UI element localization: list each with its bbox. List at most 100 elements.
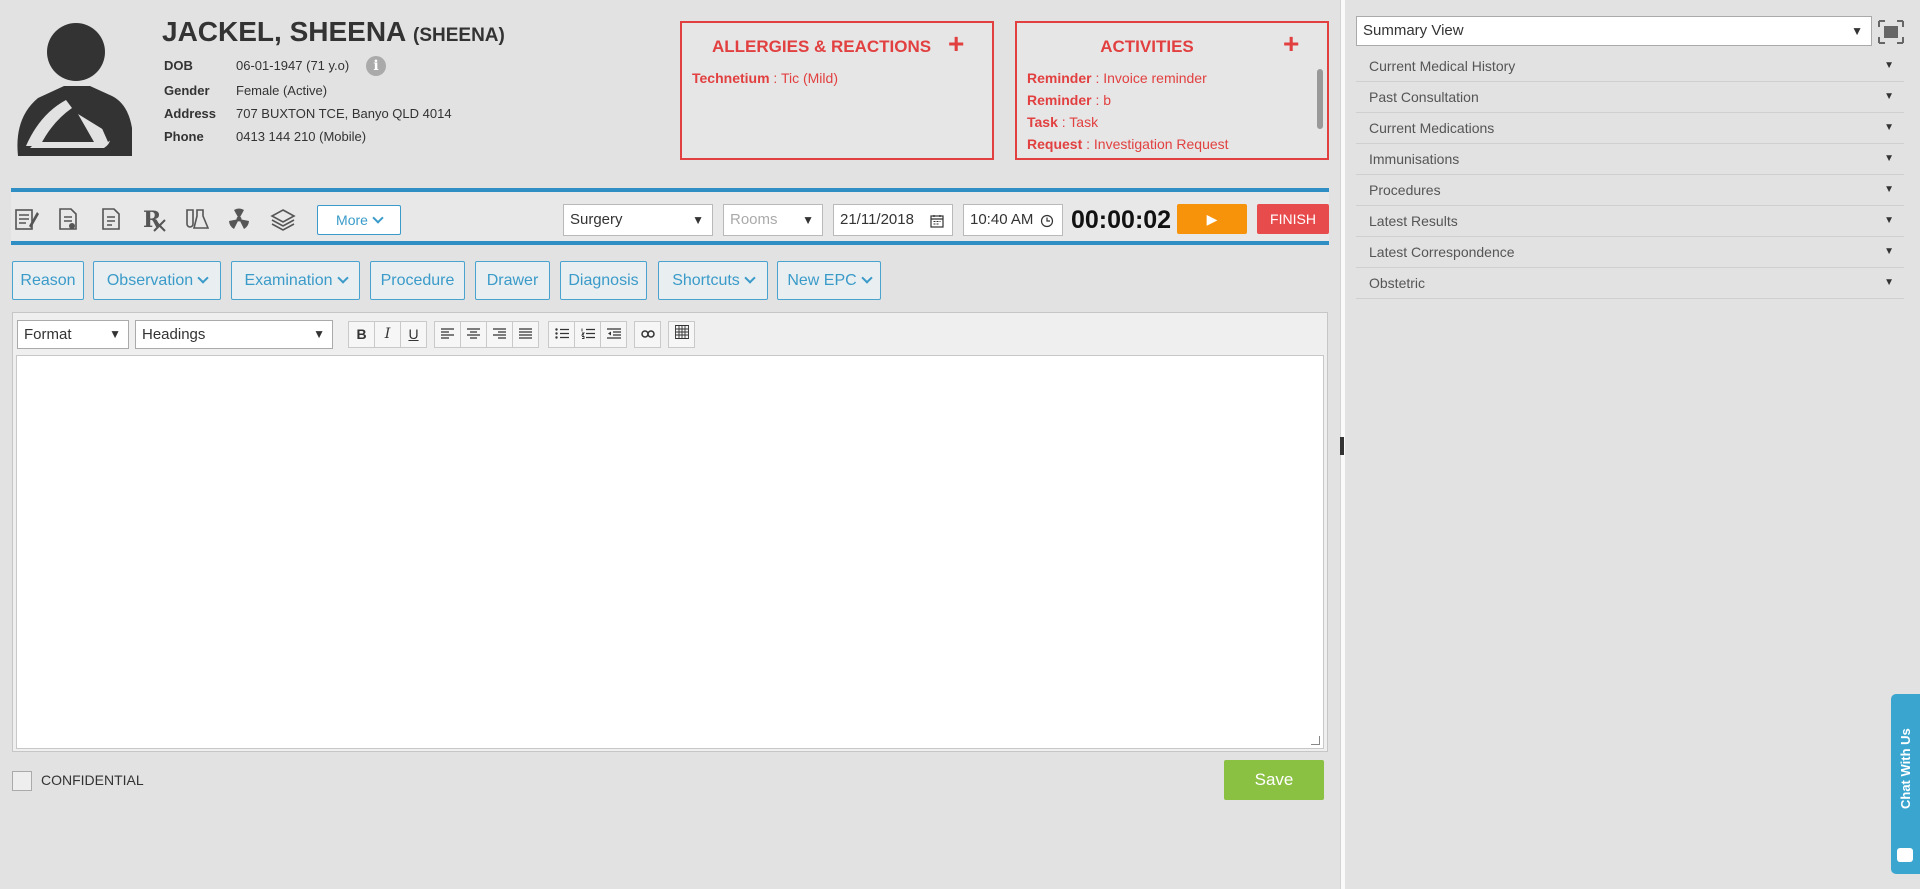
consultation-toolbar: R More Surgery ▼ Rooms ▼ 21/11/2018 10:40 … (11, 188, 1329, 245)
bold-button[interactable]: B (348, 321, 375, 348)
triangle-down-icon: ▼ (1884, 122, 1894, 133)
finish-button[interactable]: FINISH (1257, 204, 1329, 234)
diagnosis-button[interactable]: Diagnosis (560, 261, 647, 300)
summary-view-select[interactable]: Summary View ▼ (1356, 16, 1872, 46)
patient-gender-row: Gender Female (Active) (164, 83, 328, 98)
examination-button[interactable]: Examination (231, 261, 360, 300)
numbered-list-button[interactable] (574, 321, 601, 348)
resize-handle-icon[interactable] (1311, 736, 1320, 745)
chevron-down-icon: ▼ (1851, 24, 1863, 38)
sidebar-item-obstetric[interactable]: Obstetric ▼ (1356, 268, 1904, 299)
triangle-down-icon: ▼ (1884, 91, 1894, 102)
radiation-icon[interactable] (226, 206, 252, 232)
new-epc-button[interactable]: New EPC (777, 261, 881, 300)
play-icon: ▶ (1206, 211, 1218, 227)
chevron-down-icon: ▼ (802, 213, 814, 227)
justify-icon (519, 328, 532, 339)
layers-icon[interactable] (270, 206, 296, 232)
chevron-down-icon: ▼ (692, 213, 704, 227)
calendar-icon[interactable] (930, 214, 944, 228)
headings-select[interactable]: Headings ▼ (135, 320, 333, 349)
sidebar-item-immunisations[interactable]: Immunisations ▼ (1356, 144, 1904, 175)
format-select[interactable]: Format ▼ (17, 320, 129, 349)
outdent-button[interactable] (600, 321, 627, 348)
confidential-checkbox[interactable] (12, 771, 32, 791)
triangle-down-icon: ▼ (1884, 277, 1894, 288)
clock-icon[interactable] (1040, 214, 1054, 228)
activities-scrollbar[interactable] (1317, 69, 1323, 129)
chat-bubble-icon[interactable] (1897, 848, 1913, 862)
add-activity-plus-icon[interactable]: + (1283, 29, 1299, 59)
chevron-down-icon (372, 212, 384, 224)
notes-icon[interactable] (13, 206, 39, 232)
save-button[interactable]: Save (1224, 760, 1324, 800)
underline-button[interactable]: U (400, 321, 427, 348)
sidebar-item-latest-results[interactable]: Latest Results ▼ (1356, 206, 1904, 237)
observation-button[interactable]: Observation (93, 261, 221, 300)
lab-icon[interactable] (183, 206, 209, 232)
chevron-down-icon: ▼ (109, 327, 121, 341)
sidebar-item-procedures[interactable]: Procedures ▼ (1356, 175, 1904, 206)
bullet-list-icon (554, 328, 569, 339)
activity-item[interactable]: Reminder : Invoice reminder (1027, 70, 1207, 86)
reason-button[interactable]: Reason (12, 261, 84, 300)
numbered-list-icon (580, 328, 595, 339)
align-left-button[interactable] (434, 321, 461, 348)
rooms-select[interactable]: Rooms ▼ (723, 204, 823, 236)
sidebar-item-latest-correspondence[interactable]: Latest Correspondence ▼ (1356, 237, 1904, 268)
location-select[interactable]: Surgery ▼ (563, 204, 713, 236)
activity-item[interactable]: Request : Investigation Request (1027, 136, 1229, 152)
notes-editor: Format ▼ Headings ▼ B I U (12, 312, 1328, 752)
sidebar-item-past-consultation[interactable]: Past Consultation ▼ (1356, 82, 1904, 113)
activities-panel: ACTIVITIES + Reminder : Invoice reminder… (1015, 21, 1329, 160)
chevron-down-icon (744, 272, 756, 284)
sidebar-item-current-medications[interactable]: Current Medications ▼ (1356, 113, 1904, 144)
procedure-button[interactable]: Procedure (370, 261, 465, 300)
activity-item[interactable]: Reminder : b (1027, 92, 1111, 108)
patient-phone-row: Phone 0413 144 210 (Mobile) (164, 129, 367, 144)
add-allergy-plus-icon[interactable]: + (948, 29, 964, 59)
report-icon[interactable] (98, 206, 124, 232)
splitter-handle[interactable] (1340, 437, 1344, 455)
patient-preferred-name: (SHEENA) (413, 25, 505, 46)
sidebar-item-current-medical-history[interactable]: Current Medical History ▼ (1356, 51, 1904, 82)
drawer-button[interactable]: Drawer (475, 261, 550, 300)
patient-address-row: Address 707 BUXTON TCE, Banyo QLD 4014 (164, 106, 452, 121)
table-button[interactable] (668, 321, 695, 348)
more-button[interactable]: More (317, 205, 401, 235)
patient-avatar (17, 23, 132, 156)
prescription-icon[interactable]: R (141, 206, 167, 232)
activities-title: ACTIVITIES (1100, 37, 1194, 56)
triangle-down-icon: ▼ (1884, 60, 1894, 71)
shortcuts-button[interactable]: Shortcuts (658, 261, 768, 300)
svg-text:R: R (143, 207, 162, 232)
triangle-down-icon: ▼ (1884, 246, 1894, 257)
table-icon (674, 325, 689, 339)
align-left-icon (441, 328, 454, 339)
info-icon[interactable]: i (366, 56, 386, 76)
justify-button[interactable] (512, 321, 539, 348)
chevron-down-icon (861, 272, 873, 284)
link-icon (640, 330, 655, 338)
align-right-icon (493, 328, 506, 339)
bullet-list-button[interactable] (548, 321, 575, 348)
time-input[interactable]: 10:40 AM (963, 204, 1063, 236)
triangle-down-icon: ▼ (1884, 184, 1894, 195)
link-button[interactable] (634, 321, 661, 348)
align-right-button[interactable] (486, 321, 513, 348)
allergy-item[interactable]: Technetium : Tic (Mild) (692, 70, 838, 86)
consultation-timer: 00:00:02 (1071, 206, 1172, 234)
expand-icon[interactable] (1878, 20, 1904, 44)
outdent-icon (606, 328, 621, 339)
activity-item[interactable]: Task : Task (1027, 114, 1098, 130)
align-center-button[interactable] (460, 321, 487, 348)
chevron-down-icon (197, 272, 209, 284)
chat-with-us-label[interactable]: Chat With Us (1891, 694, 1920, 844)
date-input[interactable]: 21/11/2018 (833, 204, 953, 236)
patient-name: JACKEL, SHEENA (SHEENA) (162, 16, 505, 47)
play-button[interactable]: ▶ (1177, 204, 1247, 234)
italic-button[interactable]: I (374, 321, 401, 348)
allergies-title: ALLERGIES & REACTIONS (712, 37, 932, 56)
editor-text-area[interactable] (16, 355, 1324, 749)
document-icon[interactable] (55, 206, 81, 232)
